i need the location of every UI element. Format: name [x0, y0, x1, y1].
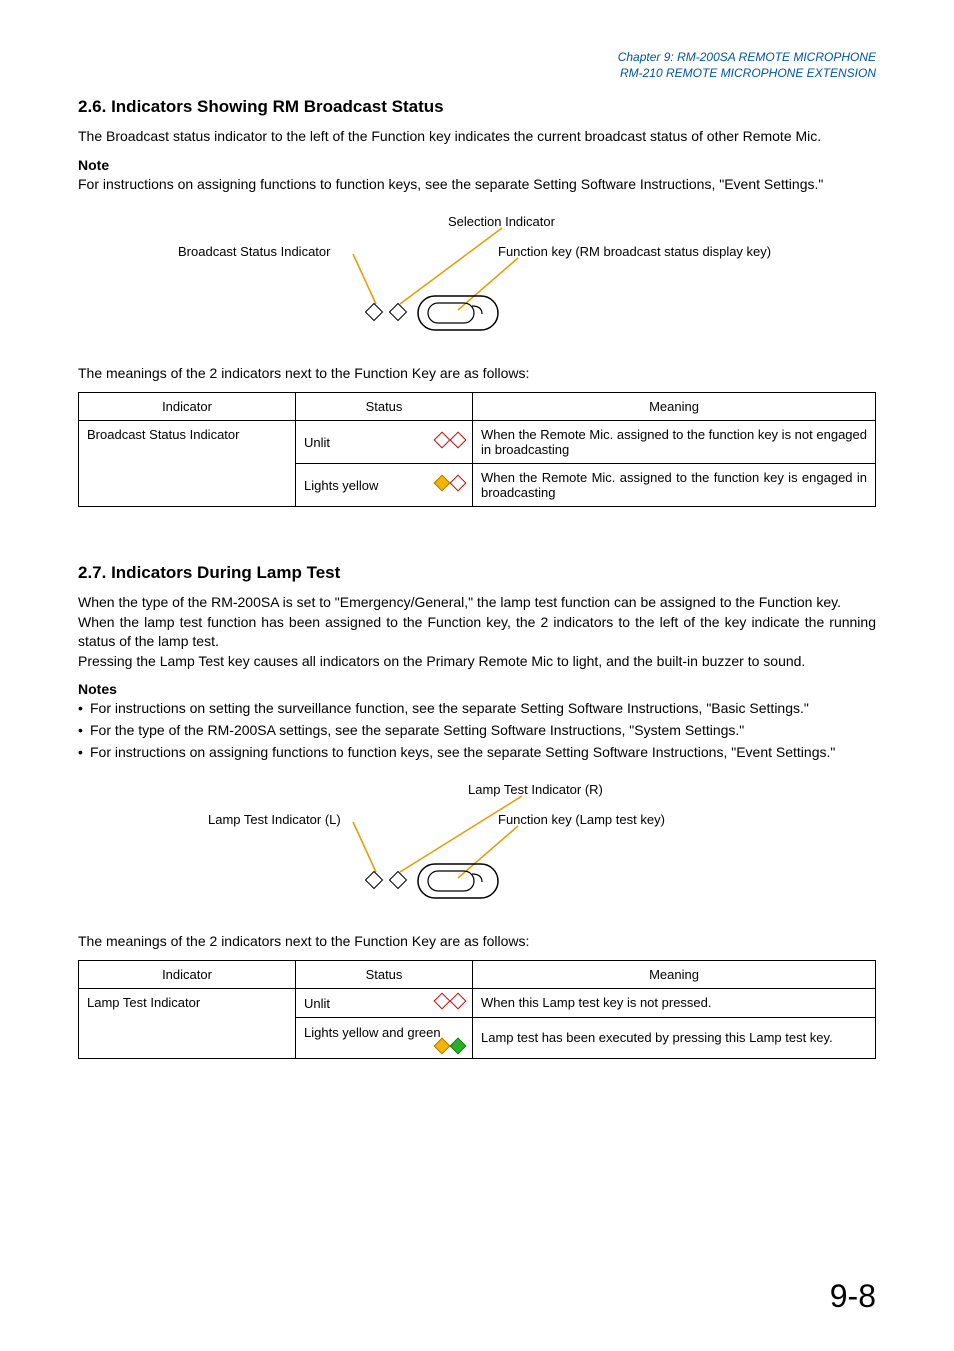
led-pair-icon	[436, 434, 464, 446]
table-header-row: Indicator Status Meaning	[79, 960, 876, 988]
status-text: Unlit	[304, 435, 330, 450]
table-1-intro: The meanings of the 2 indicators next to…	[78, 364, 876, 384]
table-2-intro: The meanings of the 2 indicators next to…	[78, 932, 876, 952]
page: Chapter 9: RM-200SA REMOTE MICROPHONE RM…	[0, 0, 954, 1351]
section-2-7-p2: When the lamp test function has been ass…	[78, 613, 876, 652]
section-2-7-p3: Pressing the Lamp Test key causes all in…	[78, 652, 876, 672]
page-header: Chapter 9: RM-200SA REMOTE MICROPHONE RM…	[78, 50, 876, 81]
cell-meaning: When this Lamp test key is not pressed.	[473, 988, 876, 1017]
led-unlit-icon	[434, 992, 451, 1009]
section-2-6-title: 2.6. Indicators Showing RM Broadcast Sta…	[78, 97, 876, 117]
led-unlit-icon	[450, 431, 467, 448]
cell-meaning: When the Remote Mic. assigned to the fun…	[473, 420, 876, 463]
th-meaning: Meaning	[473, 392, 876, 420]
led-pair-icon	[436, 477, 464, 489]
led-yellow-icon	[434, 1037, 451, 1054]
table-row: Lamp Test Indicator Unlit When this Lamp…	[79, 988, 876, 1017]
led-pair-icon	[436, 1040, 464, 1052]
table-lamp-test: Indicator Status Meaning Lamp Test Indic…	[78, 960, 876, 1059]
led-yellow-icon	[434, 474, 451, 491]
section-2-6-intro: The Broadcast status indicator to the le…	[78, 127, 876, 147]
diagram-lamp-test: Lamp Test Indicator (R) Lamp Test Indica…	[78, 782, 876, 922]
note-item: For instructions on setting the surveill…	[78, 699, 876, 719]
page-number: 9-8	[830, 1278, 876, 1315]
table-header-row: Indicator Status Meaning	[79, 392, 876, 420]
section-2-7-title: 2.7. Indicators During Lamp Test	[78, 563, 876, 583]
section-2-7-p1: When the type of the RM-200SA is set to …	[78, 593, 876, 613]
notes-list: For instructions on setting the surveill…	[78, 699, 876, 762]
cell-status-yellow-green: Lights yellow and green	[296, 1017, 473, 1058]
cell-indicator: Lamp Test Indicator	[79, 988, 296, 1058]
status-text: Lights yellow and green	[304, 1025, 441, 1040]
led-unlit-icon	[450, 992, 467, 1009]
status-text: Unlit	[304, 996, 330, 1011]
cell-status-yellow: Lights yellow	[296, 463, 473, 506]
header-line2: RM-210 REMOTE MICROPHONE EXTENSION	[78, 66, 876, 82]
diagram-svg-1	[78, 214, 876, 354]
th-status: Status	[296, 392, 473, 420]
th-status: Status	[296, 960, 473, 988]
cell-status-unlit: Unlit	[296, 988, 473, 1017]
led-unlit-icon	[434, 431, 451, 448]
led-pair-icon	[436, 995, 464, 1007]
th-meaning: Meaning	[473, 960, 876, 988]
header-line1: Chapter 9: RM-200SA REMOTE MICROPHONE	[78, 50, 876, 66]
note-label: Note	[78, 157, 876, 173]
table-row: Broadcast Status Indicator Unlit When th…	[79, 420, 876, 463]
th-indicator: Indicator	[79, 960, 296, 988]
cell-status-unlit: Unlit	[296, 420, 473, 463]
led-unlit-icon	[450, 474, 467, 491]
cell-indicator: Broadcast Status Indicator	[79, 420, 296, 506]
diagram-svg-2	[78, 782, 876, 922]
status-text: Lights yellow	[304, 478, 378, 493]
note-item: For instructions on assigning functions …	[78, 743, 876, 763]
diagram-broadcast-status: Selection Indicator Broadcast Status Ind…	[78, 214, 876, 354]
cell-meaning: Lamp test has been executed by pressing …	[473, 1017, 876, 1058]
table-broadcast-status: Indicator Status Meaning Broadcast Statu…	[78, 392, 876, 507]
cell-meaning: When the Remote Mic. assigned to the fun…	[473, 463, 876, 506]
note-item: For the type of the RM-200SA settings, s…	[78, 721, 876, 741]
led-green-icon	[450, 1037, 467, 1054]
note-text: For instructions on assigning functions …	[78, 175, 876, 195]
notes-label: Notes	[78, 681, 876, 697]
th-indicator: Indicator	[79, 392, 296, 420]
